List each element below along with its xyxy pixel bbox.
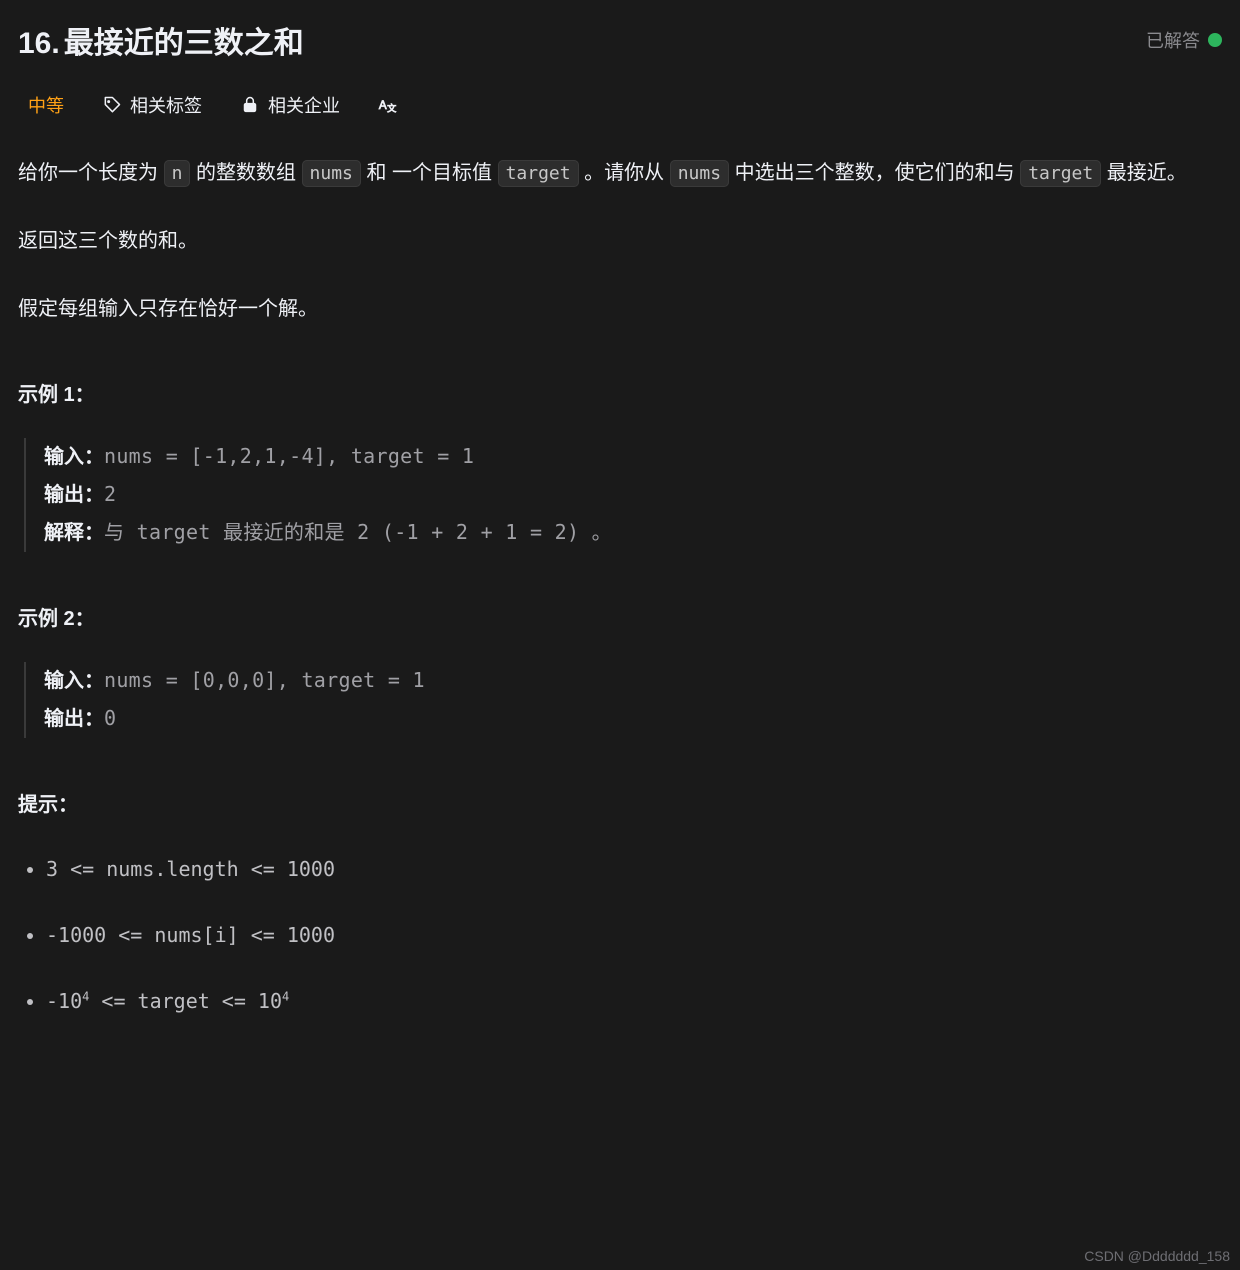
- code-nums-2: nums: [670, 160, 729, 187]
- svg-text:A: A: [379, 99, 387, 112]
- ex1-output: 2: [104, 482, 116, 506]
- svg-text:文: 文: [387, 103, 396, 114]
- solved-dot-icon: [1208, 33, 1222, 47]
- problem-name: 最接近的三数之和: [64, 18, 304, 62]
- watermark: CSDN @Ddddddd_158: [1084, 1248, 1230, 1264]
- hint-1: 3 <= nums.length <= 1000: [46, 850, 1222, 888]
- ex2-input: nums = [0,0,0], target = 1: [104, 668, 425, 692]
- hint-2: -1000 <= nums[i] <= 1000: [46, 916, 1222, 954]
- companies-label: 相关企业: [268, 92, 340, 118]
- meta-tabs: 中等 相关标签 相关企业 A文: [18, 92, 1222, 118]
- hints-label: 提示：: [18, 786, 1222, 824]
- example-1: 输入：nums = [-1,2,1,-4], target = 1 输出：2 解…: [24, 438, 1222, 552]
- tags-label: 相关标签: [130, 92, 202, 118]
- example-2-label: 示例 2：: [18, 600, 1222, 638]
- code-target-2: target: [1020, 160, 1101, 187]
- problem-number: 16.: [18, 27, 60, 61]
- translate-tab[interactable]: A文: [378, 95, 398, 115]
- solved-badge: 已解答: [1146, 27, 1222, 53]
- difficulty-label: 中等: [28, 92, 64, 118]
- desc-paragraph-2: 返回这三个数的和。: [18, 222, 1222, 260]
- code-nums: nums: [302, 160, 361, 187]
- ex2-output: 0: [104, 706, 116, 730]
- code-n: n: [164, 160, 191, 187]
- code-target: target: [498, 160, 579, 187]
- solved-label: 已解答: [1146, 27, 1200, 53]
- ex1-input: nums = [-1,2,1,-4], target = 1: [104, 444, 474, 468]
- tags-tab[interactable]: 相关标签: [102, 92, 202, 118]
- desc-paragraph-3: 假定每组输入只存在恰好一个解。: [18, 290, 1222, 328]
- ex1-explain: 与 target 最接近的和是 2 (-1 + 2 + 1 = 2) 。: [104, 520, 612, 544]
- problem-header: 16. 最接近的三数之和 已解答: [18, 18, 1222, 62]
- example-1-label: 示例 1：: [18, 376, 1222, 414]
- tag-icon: [102, 95, 122, 115]
- difficulty-tab[interactable]: 中等: [28, 92, 64, 118]
- lock-icon: [240, 95, 260, 115]
- hints-list: 3 <= nums.length <= 1000 -1000 <= nums[i…: [18, 850, 1222, 1020]
- desc-paragraph-1: 给你一个长度为 n 的整数数组 nums 和 一个目标值 target 。请你从…: [18, 154, 1222, 192]
- example-2: 输入：nums = [0,0,0], target = 1 输出：0: [24, 662, 1222, 738]
- problem-title: 16. 最接近的三数之和: [18, 18, 304, 62]
- problem-description: 给你一个长度为 n 的整数数组 nums 和 一个目标值 target 。请你从…: [18, 154, 1222, 1020]
- translate-icon: A文: [378, 95, 398, 115]
- hint-3: -104 <= target <= 104: [46, 982, 1222, 1020]
- companies-tab[interactable]: 相关企业: [240, 92, 340, 118]
